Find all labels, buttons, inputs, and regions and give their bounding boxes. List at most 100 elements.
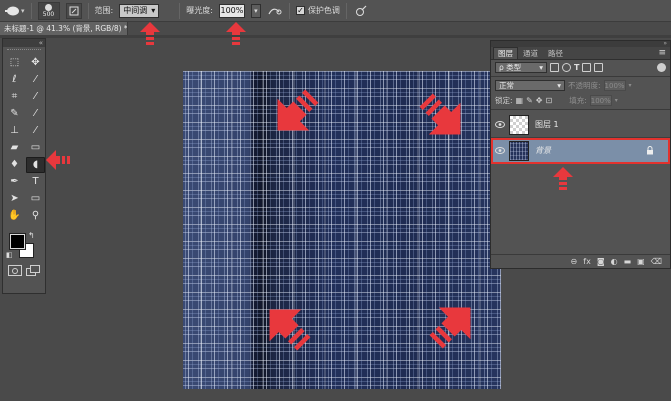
opacity-input[interactable]: 100% xyxy=(603,80,626,91)
lock-position-icon[interactable]: ✥ xyxy=(536,96,543,105)
lock-label: 锁定: xyxy=(495,96,513,105)
tool-preset-picker[interactable]: ▾ xyxy=(4,5,25,17)
adjustment-filter-icon[interactable] xyxy=(562,63,571,72)
pixel-filter-icon[interactable] xyxy=(550,63,559,72)
foreground-color-swatch[interactable] xyxy=(9,233,26,250)
color-swatches: ↰ ◧ xyxy=(3,230,45,262)
fx-icon[interactable]: fx xyxy=(583,257,591,266)
tool-crop-button[interactable]: ⌗ xyxy=(5,89,24,105)
tool-eyedropper-button[interactable]: ⁄ xyxy=(26,89,45,105)
pressure-size-button[interactable] xyxy=(353,3,369,19)
history-brush-icon: ⁄ xyxy=(34,125,37,136)
separator xyxy=(30,2,32,19)
lock-fill-row: 锁定: ▦ ✎ ✥ ⊡ 填充: 100% ▾ xyxy=(491,93,670,108)
tab-0[interactable]: 图层 xyxy=(493,47,518,59)
tool-clone-stamp-button[interactable]: ⊥ xyxy=(5,123,24,139)
range-select[interactable]: 中间调 ▾ xyxy=(119,3,160,18)
panel-menu-icon[interactable]: ≡ xyxy=(658,48,666,58)
tool-pen-button[interactable]: ✒ xyxy=(5,174,24,190)
layer-thumbnail xyxy=(509,140,529,161)
blend-mode-value: 正常 xyxy=(499,81,514,90)
tool-move-button[interactable]: ✥ xyxy=(26,55,45,71)
fill-input[interactable]: 100% xyxy=(589,95,612,106)
exposure-slider-button[interactable]: ▾ xyxy=(250,3,261,18)
layer-row[interactable]: 图层 1 xyxy=(491,112,670,138)
screen-mode-button[interactable] xyxy=(26,265,40,276)
tool-history-brush-button[interactable]: ⁄ xyxy=(26,123,45,139)
layer-row[interactable]: 背景 xyxy=(491,138,670,164)
chevron-down-icon: ▾ xyxy=(151,6,156,15)
lock-all-icon[interactable]: ⊡ xyxy=(546,96,553,105)
type-icon: T xyxy=(32,176,39,187)
panel-grip[interactable] xyxy=(7,49,41,53)
path-select-icon: ➤ xyxy=(10,193,19,204)
default-colors-icon[interactable]: ◧ xyxy=(6,251,13,259)
tool-magic-wand-button[interactable]: ⁄ xyxy=(26,72,45,88)
layer-filter-row: ρ 类型 ▾ T xyxy=(491,60,670,75)
filter-toggle-icon[interactable] xyxy=(657,63,666,72)
chevron-down-icon[interactable]: ▾ xyxy=(629,82,632,89)
annotation-up-arrow xyxy=(140,22,160,45)
brush-panel-button[interactable] xyxy=(65,2,82,19)
tool-brush-button[interactable]: ⁄ xyxy=(26,106,45,122)
brush-preset-picker[interactable]: 500 xyxy=(37,1,60,20)
document-tab-strip xyxy=(0,35,671,38)
move-icon: ✥ xyxy=(31,57,40,68)
protect-tones-checkbox[interactable]: ✓ xyxy=(295,6,305,15)
tab-1[interactable]: 通道 xyxy=(518,47,543,59)
tab-2[interactable]: 路径 xyxy=(543,47,568,59)
protect-tones-option[interactable]: ✓ 保护色调 xyxy=(295,5,340,16)
tool-eraser-button[interactable]: ▰ xyxy=(5,140,24,156)
smart-object-filter-icon[interactable] xyxy=(594,63,604,72)
layer-filter-select[interactable]: ρ 类型 ▾ xyxy=(495,62,547,73)
range-label: 范围: xyxy=(94,6,114,15)
tools-panel: « ⬚ ✥ ℓ ⁄ ⌗ ⁄ ✎ ⁄ ⊥ ⁄ ▰ ▭ ♦ ◖ ✒ T ➤ ▭ ✋ ⚲ ↰ ◧ xyxy=(2,38,46,294)
tool-type-button[interactable]: T xyxy=(26,174,45,190)
crop-icon: ⌗ xyxy=(11,91,18,102)
tool-blur-button[interactable]: ♦ xyxy=(5,157,24,173)
link-layers-icon[interactable]: ⊖ xyxy=(571,257,578,266)
swap-colors-icon[interactable]: ↰ xyxy=(28,231,35,240)
type-filter-icon[interactable]: T xyxy=(574,63,579,72)
rect-marquee-icon: ⬚ xyxy=(9,57,20,68)
shape-icon: ▭ xyxy=(30,193,41,204)
separator xyxy=(345,2,347,19)
adjustment-layer-icon[interactable]: ◐ xyxy=(611,257,618,266)
tool-gradient-button[interactable]: ▭ xyxy=(26,140,45,156)
lock-transparent-icon[interactable]: ▦ xyxy=(516,96,524,105)
tools-panel-header[interactable]: « xyxy=(3,39,45,47)
tool-zoom-button[interactable]: ⚲ xyxy=(26,208,45,224)
tool-dodge-button[interactable]: ◖ xyxy=(26,157,45,173)
layer-thumbnail xyxy=(509,114,529,135)
eraser-icon: ▰ xyxy=(10,142,19,153)
new-group-icon[interactable]: ▬ xyxy=(624,257,632,266)
airbrush-button[interactable] xyxy=(267,3,283,19)
layers-panel: » 图层 通道 路径 ≡ ρ 类型 ▾ T 正常 ▾ 不透明度: 100% ▾ 锁定:… xyxy=(490,40,671,269)
range-value: 中间调 xyxy=(123,6,148,15)
collapse-icon[interactable]: « xyxy=(39,39,43,47)
tool-rect-marquee-button[interactable]: ⬚ xyxy=(5,55,24,71)
dodge-tool-icon xyxy=(5,6,19,15)
exposure-input[interactable]: 100% xyxy=(218,3,245,18)
chevron-down-icon[interactable]: ▾ xyxy=(615,97,618,104)
lasso-icon: ℓ xyxy=(12,74,17,85)
visibility-eye-icon[interactable] xyxy=(491,121,509,128)
options-bar: ▾ 500 范围: 中间调 ▾ 曝光度: 100% ▾ ✓ 保护色调 xyxy=(0,0,671,22)
delete-layer-icon[interactable]: ⌫ xyxy=(651,257,662,266)
add-mask-icon[interactable]: ◙ xyxy=(597,257,605,266)
lock-image-icon[interactable]: ✎ xyxy=(526,96,533,105)
tool-lasso-button[interactable]: ℓ xyxy=(5,72,24,88)
tool-healing-brush-button[interactable]: ✎ xyxy=(5,106,24,122)
document-tab[interactable]: 未标题-1 @ 41.3% (背景, RGB/8) * × xyxy=(0,22,128,35)
blend-mode-select[interactable]: 正常 ▾ xyxy=(495,80,565,91)
tool-shape-button[interactable]: ▭ xyxy=(26,191,45,207)
layer-name: 图层 1 xyxy=(535,120,559,129)
blur-icon: ♦ xyxy=(10,159,19,170)
new-layer-icon[interactable]: ▣ xyxy=(637,257,645,266)
visibility-eye-icon[interactable] xyxy=(491,147,509,154)
quick-mask-button[interactable] xyxy=(8,265,22,276)
tool-path-select-button[interactable]: ➤ xyxy=(5,191,24,207)
chevron-down-icon: ▾ xyxy=(539,63,543,72)
tool-hand-button[interactable]: ✋ xyxy=(5,208,24,224)
shape-filter-icon[interactable] xyxy=(582,63,592,72)
